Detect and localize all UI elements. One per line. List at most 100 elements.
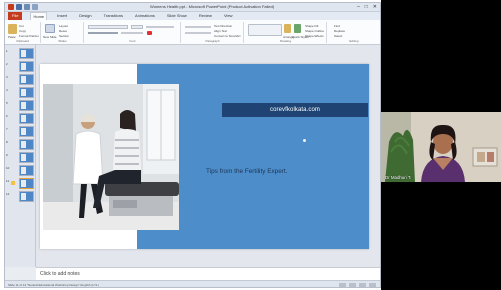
slide-thumbnail[interactable]: 8: [5, 138, 36, 151]
minimize-button[interactable]: –: [357, 4, 360, 10]
layout-button[interactable]: Layout: [59, 24, 68, 28]
arrange-icon[interactable]: [284, 24, 291, 33]
tab-review[interactable]: Review: [197, 12, 214, 20]
slide-thumbnail-image: [19, 113, 34, 124]
normal-view-icon[interactable]: [339, 283, 346, 287]
clinic-photo-image: [43, 84, 179, 230]
font-size-dropdown[interactable]: [131, 25, 143, 29]
close-button[interactable]: ✕: [373, 4, 377, 10]
group-label: Font: [129, 39, 136, 43]
shapes-gallery[interactable]: [248, 24, 282, 36]
group-editing: Find Replace Select Editing: [328, 22, 380, 43]
slide-number: 3: [6, 75, 8, 79]
mouse-cursor-icon: [303, 139, 306, 142]
reading-view-icon[interactable]: [359, 283, 366, 287]
quick-styles-icon[interactable]: [294, 24, 301, 33]
format-painter-button[interactable]: Format Painter: [19, 34, 39, 38]
align-text-button[interactable]: Align Text: [214, 29, 227, 33]
find-button[interactable]: Find: [334, 24, 340, 28]
shape-outline-button[interactable]: Shape Outline: [305, 29, 324, 33]
slide-number: 10: [6, 166, 10, 170]
shape-fill-button[interactable]: Shape Fill: [305, 24, 318, 28]
slide-thumbnail[interactable]: 1: [5, 47, 36, 60]
tab-slide-show[interactable]: Slide Show: [165, 12, 189, 20]
slide-number: 7: [6, 127, 8, 131]
tab-view[interactable]: View: [222, 12, 235, 20]
list-buttons[interactable]: [185, 26, 211, 28]
character-spacing-buttons[interactable]: [121, 32, 143, 34]
star-icon: [11, 181, 15, 185]
group-label: Slides: [58, 39, 67, 43]
title-bar: Womens Health.ppt - Microsoft PowerPoint…: [5, 3, 380, 12]
redo-icon[interactable]: [32, 4, 38, 10]
group-label: Drawing: [279, 39, 291, 43]
replace-button[interactable]: Replace: [334, 29, 345, 33]
group-clipboard: Paste Cut Copy Format Painter Clipboard: [5, 22, 41, 43]
slide-thumbnail-image: [19, 139, 34, 150]
window-controls: – □ ✕: [357, 4, 377, 10]
tab-home[interactable]: Home: [30, 12, 48, 20]
slide-thumbnail[interactable]: 7: [5, 125, 36, 138]
tab-animations[interactable]: Animations: [133, 12, 157, 20]
slide-show-icon[interactable]: [369, 283, 376, 287]
slide-thumbnail-image: [19, 178, 34, 189]
maximize-button[interactable]: □: [365, 4, 368, 10]
group-drawing: Arrange Quick Styles Shape Fill Shape Ou…: [245, 22, 327, 43]
undo-icon[interactable]: [24, 4, 30, 10]
slide-thumbnail[interactable]: 10: [5, 164, 36, 177]
slide-thumbnail-image: [19, 191, 34, 202]
slide-thumbnail-image: [19, 100, 34, 111]
quick-access-toolbar: [8, 4, 38, 10]
notes-placeholder[interactable]: Click to add notes: [40, 271, 80, 277]
paste-icon[interactable]: [8, 24, 17, 34]
slide-thumbnail-image: [19, 152, 34, 163]
reset-button[interactable]: Reset: [59, 29, 67, 33]
bold-italic-underline-buttons[interactable]: [88, 32, 118, 34]
group-label: Editing: [349, 39, 359, 43]
slide-thumbnail[interactable]: 12: [5, 190, 36, 203]
text-direction-button[interactable]: Text Direction: [214, 24, 232, 28]
cut-button[interactable]: Cut: [19, 24, 24, 28]
select-button[interactable]: Select: [334, 34, 342, 38]
slide-thumbnail[interactable]: 9: [5, 151, 36, 164]
notes-pane[interactable]: Click to add notes: [36, 267, 380, 280]
tab-file[interactable]: File: [8, 12, 23, 20]
slide-number: 8: [6, 140, 8, 144]
slide-thumbnail[interactable]: 3: [5, 73, 36, 86]
slide-number: 11: [6, 179, 10, 183]
slide-number: 1: [6, 49, 8, 53]
slide-thumbnail[interactable]: 6: [5, 112, 36, 125]
slide-thumbnail-image: [19, 74, 34, 85]
webcam-feed[interactable]: Dr Madhuri T.: [381, 112, 501, 182]
ribbon: Paste Cut Copy Format Painter Clipboard …: [5, 20, 380, 45]
slide-number: 2: [6, 62, 8, 66]
tab-transitions[interactable]: Transitions: [102, 12, 125, 20]
font-size-controls[interactable]: [146, 26, 174, 28]
tab-insert[interactable]: Insert: [55, 12, 69, 20]
slide-thumbnail[interactable]: 5: [5, 99, 36, 112]
font-name-dropdown[interactable]: [88, 25, 128, 29]
section-button[interactable]: Section: [59, 34, 69, 38]
tab-design[interactable]: Design: [77, 12, 93, 20]
window-title: Womens Health.ppt - Microsoft PowerPoint…: [150, 4, 275, 9]
slide-number: 9: [6, 153, 8, 157]
slide-thumbnail[interactable]: 4: [5, 86, 36, 99]
group-label: Clipboard: [16, 39, 29, 43]
current-slide[interactable]: corevfkolkata.com Tips from the Fertilit…: [40, 64, 369, 249]
shape-effects-button[interactable]: Shape Effects: [305, 34, 324, 38]
slide-thumbnail-image: [19, 165, 34, 176]
slide-tagline: Tips from the Fertility Expert.: [206, 168, 288, 175]
slide-thumbnails-pane[interactable]: 1 2 3 4 5 6 7 8 9 10 11 12: [5, 45, 36, 267]
slide-thumbnail[interactable]: 2: [5, 60, 36, 73]
font-color-icon[interactable]: [147, 31, 152, 35]
copy-button[interactable]: Copy: [19, 29, 26, 33]
doctor-patient-photo: [43, 84, 179, 230]
save-icon[interactable]: [16, 4, 22, 10]
slide-sorter-icon[interactable]: [349, 283, 356, 287]
alignment-buttons[interactable]: [185, 32, 211, 34]
status-text: Slide 11 of 12 "Neutral Educational Work…: [8, 283, 100, 287]
slide-thumbnail-selected[interactable]: 11: [5, 177, 36, 190]
new-slide-icon[interactable]: [45, 24, 55, 33]
slide-thumbnail-image: [19, 87, 34, 98]
convert-smartart-button[interactable]: Convert to SmartArt: [214, 34, 241, 38]
